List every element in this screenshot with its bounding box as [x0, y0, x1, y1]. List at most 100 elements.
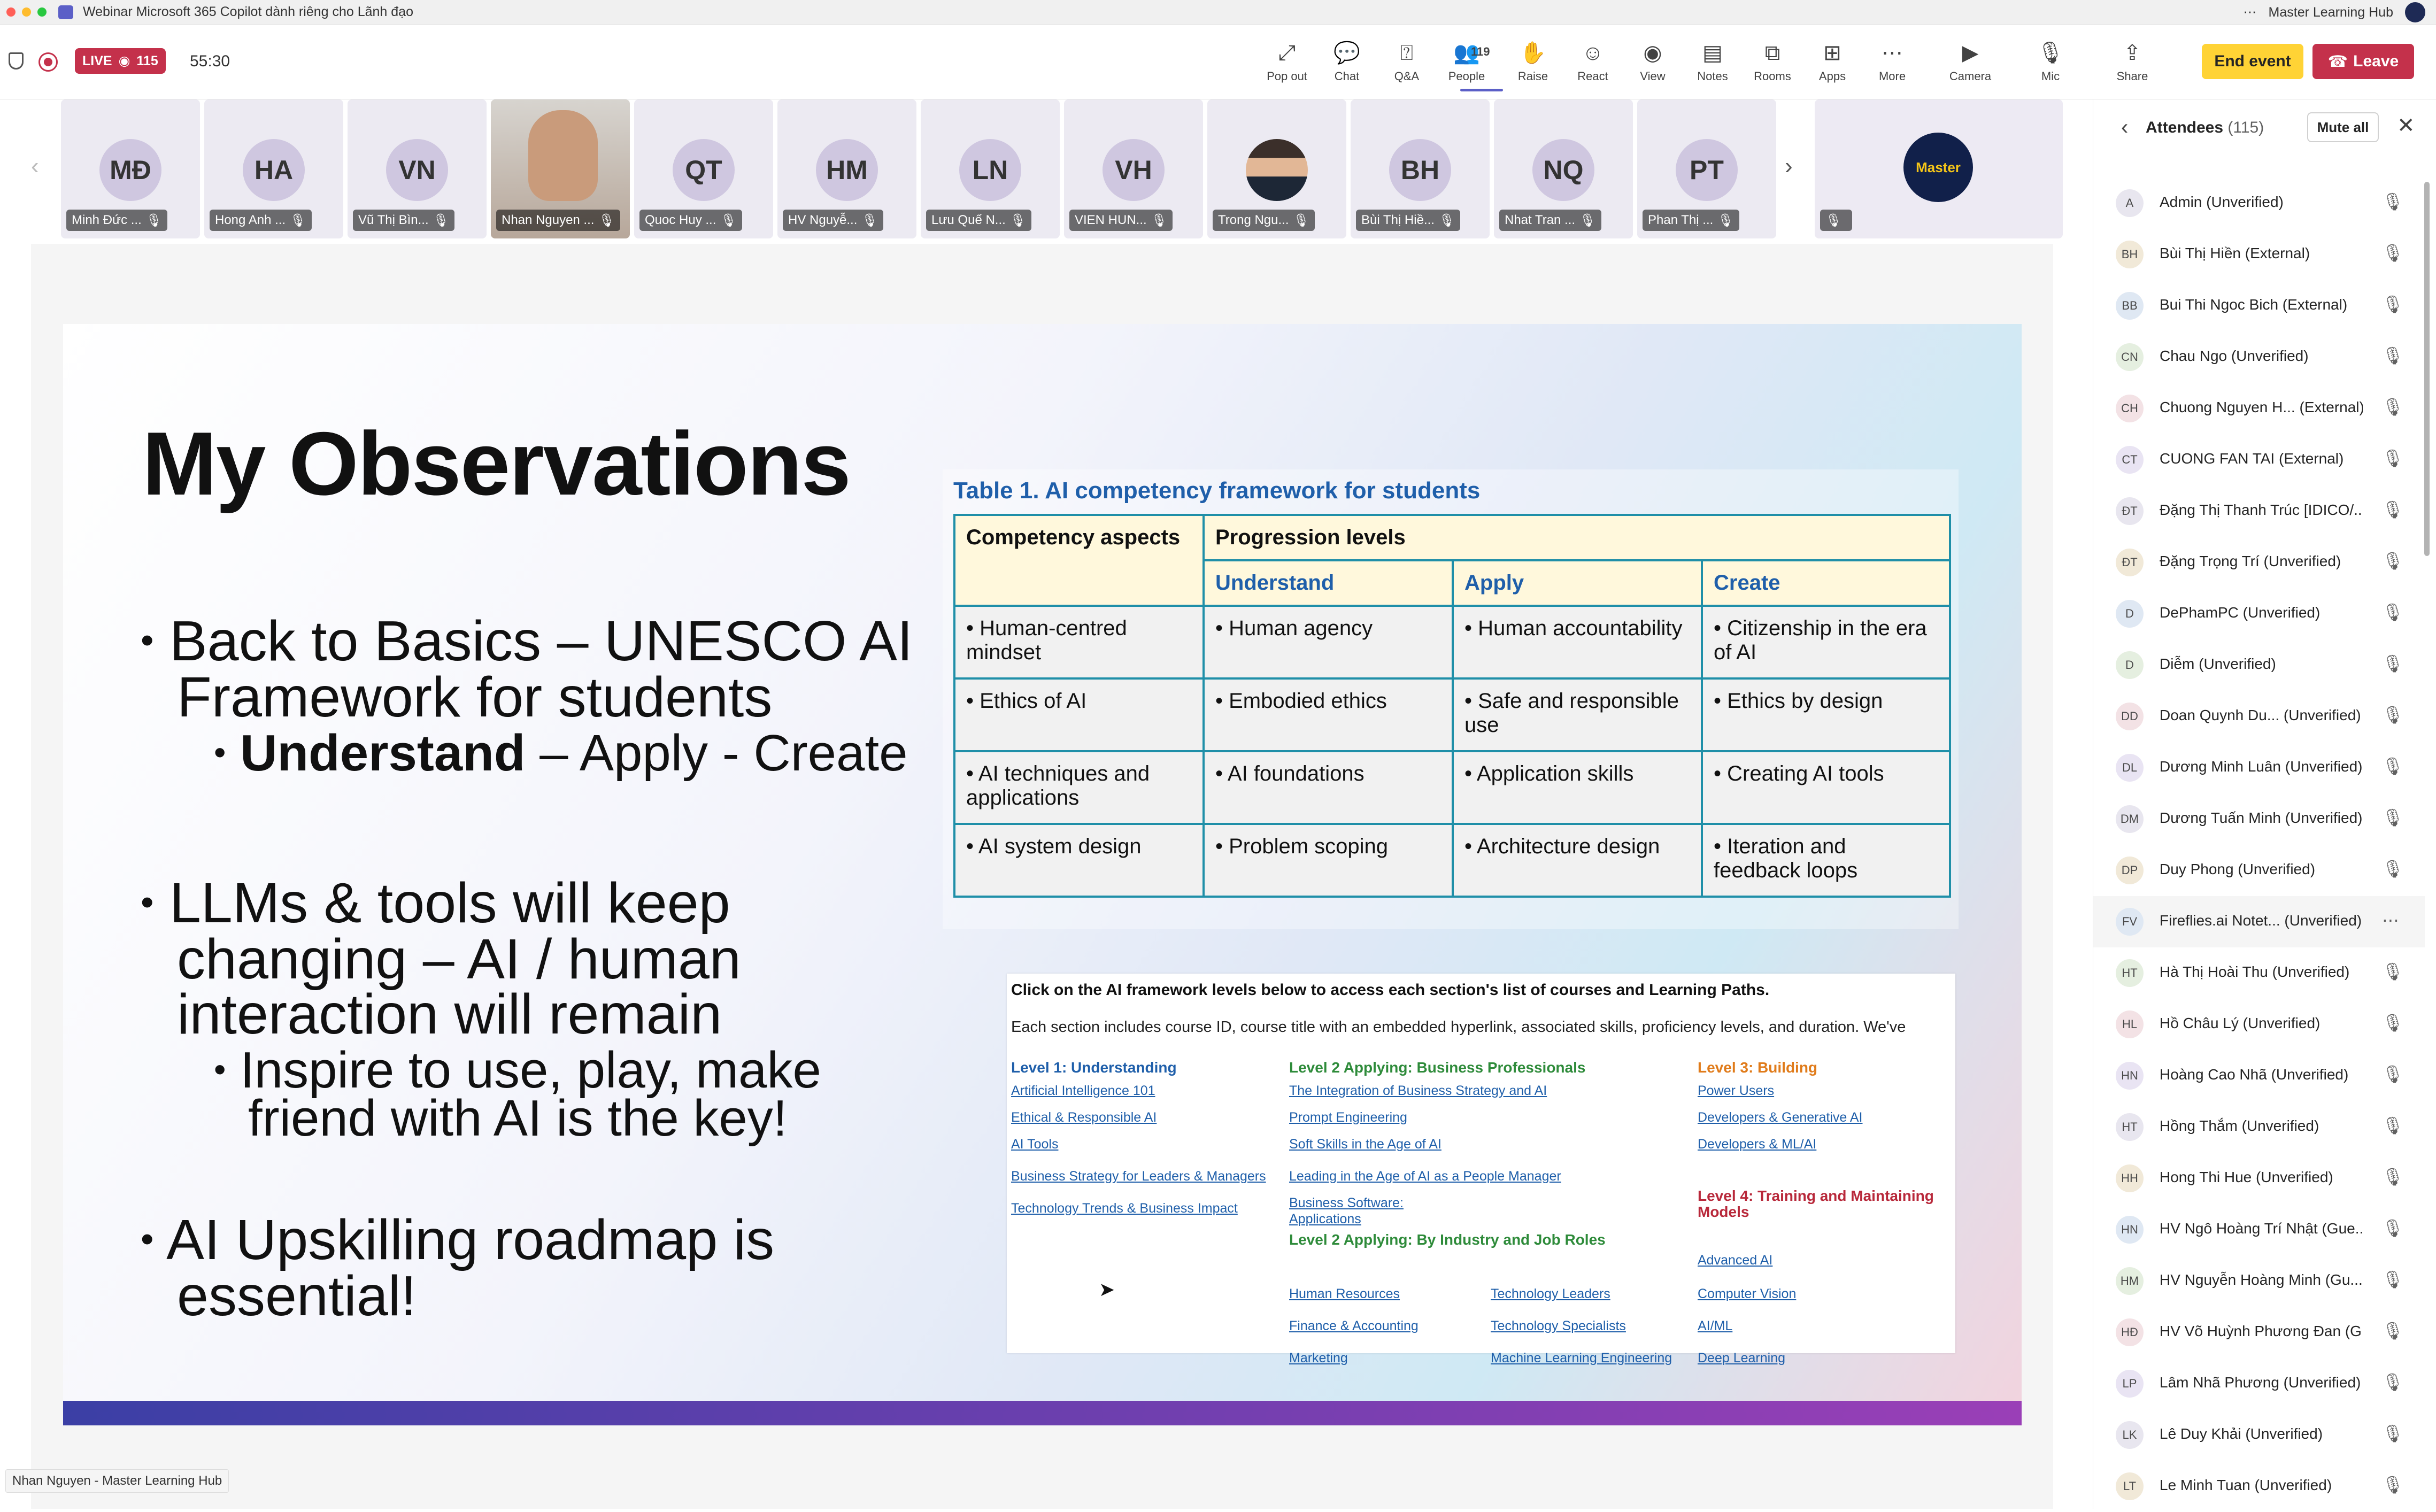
toolbar-chat-button[interactable]: 💬 Chat [1320, 40, 1374, 83]
course-link[interactable]: Developers & Generative AI [1698, 1110, 1863, 1125]
attendee-row[interactable]: FV Fireflies.ai Notet... (Unverified) ⋯ [2093, 896, 2425, 947]
participant-tile[interactable]: VH VIEN HUN... 🎙 [1064, 99, 1203, 238]
course-link[interactable]: Business Strategy for Leaders & Managers [1011, 1169, 1266, 1184]
account-avatar[interactable] [2405, 2, 2425, 22]
leave-button[interactable]: ☎ Leave [2312, 44, 2414, 79]
level-3-heading[interactable]: Level 3: Building [1698, 1059, 1817, 1076]
attendee-row[interactable]: HM HV Nguyễn Hoàng Minh (Gu... 🎙 [2093, 1255, 2425, 1307]
level-2-business-heading[interactable]: Level 2 Applying: Business Professionals [1289, 1059, 1585, 1076]
toolbar-q-a-button[interactable]: ⍰ Q&A [1380, 40, 1433, 83]
participant-tile[interactable]: PT Phan Thị ... 🎙 [1637, 99, 1776, 238]
participant-tile[interactable]: Trong Ngu... 🎙 [1207, 99, 1346, 238]
attendee-row[interactable]: D DePhamPC (Unverified) 🎙 [2093, 588, 2425, 639]
attendee-row[interactable]: HT Hà Thị Hoài Thu (Unverified) 🎙 [2093, 947, 2425, 999]
course-link[interactable]: Prompt Engineering [1289, 1110, 1407, 1125]
end-event-button[interactable]: End event [2202, 44, 2303, 79]
back-arrow-icon[interactable]: ‹ [2121, 115, 2128, 140]
close-icon[interactable]: ✕ [2397, 113, 2415, 138]
participant-tile[interactable]: VN Vũ Thị Bìn... 🎙 [348, 99, 487, 238]
course-link[interactable]: Technology Trends & Business Impact [1011, 1201, 1238, 1216]
toolbar-pop-out-button[interactable]: ⤢ Pop out [1260, 40, 1314, 83]
participant-tile[interactable]: HM HV Nguyễ... 🎙 [777, 99, 916, 238]
participant-tile[interactable]: HA Hong Anh ... 🎙 [204, 99, 343, 238]
course-link[interactable]: Business Software: [1289, 1195, 1404, 1211]
more-options-icon[interactable]: ⋯ [2382, 910, 2399, 930]
chevron-right-icon[interactable]: › [1785, 153, 1793, 180]
participant-tile[interactable]: MĐ Minh Đức ... 🎙 [61, 99, 200, 238]
attendee-row[interactable]: HĐ HV Võ Huỳnh Phương Đan (G... 🎙 [2093, 1307, 2425, 1358]
panel-scrollbar[interactable] [2424, 182, 2430, 556]
course-link[interactable]: Human Resources [1289, 1286, 1400, 1302]
toolbar-react-button[interactable]: ☺ React [1566, 40, 1620, 83]
attendee-row[interactable]: BH Bùi Thị Hiền (External) 🎙 [2093, 229, 2425, 280]
presentation-slide: My Observations • Back to Basics – UNESC… [63, 324, 2022, 1425]
attendee-name: Hong Thi Hue (Unverified) [2160, 1169, 2333, 1185]
attendee-row[interactable]: DL Dương Minh Luân (Unverified) 🎙 [2093, 742, 2425, 793]
participant-tile[interactable]: QT Quoc Huy ... 🎙 [634, 99, 773, 238]
attendee-row[interactable]: DP Duy Phong (Unverified) 🎙 [2093, 845, 2425, 896]
participant-tile[interactable]: Nhan Nguyen ... 🎙 [491, 99, 630, 238]
course-link[interactable]: Ethical & Responsible AI [1011, 1110, 1157, 1125]
close-window-button[interactable] [6, 7, 16, 17]
attendee-row[interactable]: LK Lê Duy Khải (Unverified) 🎙 [2093, 1409, 2425, 1461]
toolbar-rooms-button[interactable]: ⧉ Rooms [1746, 40, 1799, 83]
course-link[interactable]: Applications [1289, 1212, 1361, 1227]
course-link[interactable]: Computer Vision [1698, 1286, 1796, 1302]
chevron-left-icon[interactable]: ‹ [31, 153, 39, 180]
attendee-row[interactable]: A Admin (Unverified) 🎙 [2093, 178, 2425, 229]
participant-tile[interactable]: NQ Nhat Tran ... 🎙 [1494, 99, 1633, 238]
course-link[interactable]: Technology Leaders [1491, 1286, 1610, 1302]
toolbar-notes-button[interactable]: ▤ Notes [1686, 40, 1739, 83]
level-1-heading[interactable]: Level 1: Understanding [1011, 1059, 1177, 1076]
course-link[interactable]: Technology Specialists [1491, 1318, 1626, 1334]
course-link[interactable]: Power Users [1698, 1083, 1774, 1099]
more-options-icon[interactable]: ⋯ [2244, 4, 2257, 20]
course-link[interactable]: Marketing [1289, 1351, 1348, 1366]
attendee-row[interactable]: LP Lâm Nhã Phương (Unverified) 🎙 [2093, 1358, 2425, 1409]
course-link[interactable]: Advanced AI [1698, 1253, 1772, 1268]
attendee-row[interactable]: HT Hồng Thắm (Unverified) 🎙 [2093, 1101, 2425, 1153]
mute-all-button[interactable]: Mute all [2307, 112, 2379, 142]
toolbar-camera-button[interactable]: ▶ Camera [1944, 40, 1997, 83]
course-link[interactable]: Developers & ML/AI [1698, 1137, 1816, 1152]
course-link[interactable]: Artificial Intelligence 101 [1011, 1083, 1155, 1099]
level-4-heading[interactable]: Level 4: Training and Maintaining [1698, 1187, 1934, 1205]
attendee-row[interactable]: HN HV Ngô Hoàng Trí Nhật (Gue... 🎙 [2093, 1204, 2425, 1255]
participant-tile[interactable]: BH Bùi Thị Hiề... 🎙 [1351, 99, 1490, 238]
course-link[interactable]: Machine Learning Engineering [1491, 1351, 1672, 1366]
participant-strip: ‹ MĐ Minh Đức ... 🎙 HA Hong Anh ... 🎙 VN Vũ Thị… [0, 99, 2093, 251]
participant-tile[interactable]: LN Lưu Quế N... 🎙 [921, 99, 1060, 238]
attendee-row[interactable]: HH Hong Thi Hue (Unverified) 🎙 [2093, 1153, 2425, 1204]
attendee-row[interactable]: D Diễm (Unverified) 🎙 [2093, 639, 2425, 691]
attendee-row[interactable]: DM Dương Tuấn Minh (Unverified) 🎙 [2093, 793, 2425, 845]
course-link[interactable]: Soft Skills in the Age of AI [1289, 1137, 1441, 1152]
attendee-row[interactable]: CT CUONG FAN TAI (External) 🎙 [2093, 434, 2425, 485]
course-link[interactable]: AI/ML [1698, 1318, 1732, 1334]
attendee-row[interactable]: ĐT Đặng Thị Thanh Trúc [IDICO/... 🎙 [2093, 485, 2425, 537]
course-link[interactable]: Finance & Accounting [1289, 1318, 1419, 1334]
minimize-window-button[interactable] [22, 7, 31, 17]
attendee-row[interactable]: DD Doan Quynh Du... (Unverified) 🎙 [2093, 691, 2425, 742]
host-tile[interactable]: Master 🎙 [1815, 99, 2063, 238]
toolbar-raise-button[interactable]: ✋ Raise [1506, 40, 1560, 83]
attendee-row[interactable]: CH Chuong Nguyen H... (External) 🎙 [2093, 383, 2425, 434]
course-link[interactable]: The Integration of Business Strategy and… [1289, 1083, 1547, 1099]
toolbar-people-button[interactable]: 👥 People 119 [1440, 40, 1493, 83]
toolbar-view-button[interactable]: ◉ View [1626, 40, 1679, 83]
toolbar-more-button[interactable]: ⋯ More [1865, 40, 1919, 83]
attendee-row[interactable]: ĐT Đặng Trọng Trí (Unverified) 🎙 [2093, 537, 2425, 588]
level-2-industry-heading[interactable]: Level 2 Applying: By Industry and Job Ro… [1289, 1231, 1606, 1248]
zoom-window-button[interactable] [37, 7, 47, 17]
toolbar-share-button[interactable]: ⇪ Share [2106, 40, 2159, 83]
course-link[interactable]: Leading in the Age of AI as a People Man… [1289, 1169, 1561, 1184]
attendee-row[interactable]: HN Hoàng Cao Nhã (Unverified) 🎙 [2093, 1050, 2425, 1101]
attendee-row[interactable]: BB Bui Thi Ngoc Bich (External) 🎙 [2093, 280, 2425, 331]
attendee-row[interactable]: CN Chau Ngo (Unverified) 🎙 [2093, 331, 2425, 383]
attendee-avatar: HT [2116, 1113, 2144, 1141]
toolbar-mic-button[interactable]: 🎙 Mic [2024, 40, 2077, 83]
course-link[interactable]: AI Tools [1011, 1137, 1058, 1152]
attendee-row[interactable]: LT Le Minh Tuan (Unverified) 🎙 [2093, 1461, 2425, 1512]
attendee-row[interactable]: HL Hồ Châu Lý (Unverified) 🎙 [2093, 999, 2425, 1050]
toolbar-apps-button[interactable]: ⊞ Apps [1806, 40, 1859, 83]
course-link[interactable]: Deep Learning [1698, 1351, 1785, 1366]
